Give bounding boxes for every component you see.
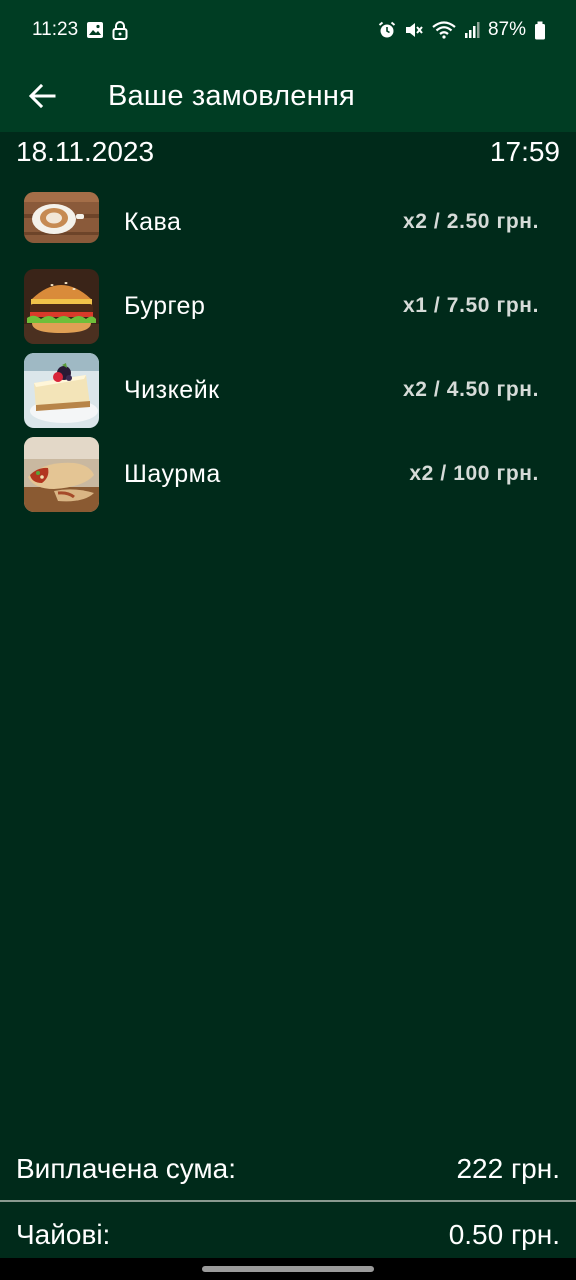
signal-icon bbox=[464, 21, 480, 39]
item-price: x2 / 4.50 грн. bbox=[402, 378, 539, 401]
order-summary: Виплачена сума: 222 грн. Чайові: 0.50 гр… bbox=[0, 1146, 576, 1258]
lock-icon bbox=[112, 20, 128, 40]
alarm-icon bbox=[378, 21, 396, 39]
image-icon bbox=[86, 21, 104, 39]
arrow-left-icon bbox=[28, 83, 56, 109]
item-price: x2 / 2.50 грн. bbox=[402, 210, 539, 233]
list-item[interactable]: Кава x2 / 2.50 грн. bbox=[0, 180, 576, 264]
item-price: x2 / 100 грн. bbox=[409, 462, 539, 485]
order-date: 18.11.2023 bbox=[16, 136, 155, 167]
mute-icon bbox=[404, 21, 424, 39]
item-name: Бургер bbox=[124, 291, 206, 320]
item-price: x1 / 7.50 грн. bbox=[402, 294, 539, 317]
paid-amount-label: Виплачена сума: bbox=[16, 1153, 237, 1184]
coffee-image bbox=[24, 192, 99, 243]
paid-amount-row: Виплачена сума: 222 грн. bbox=[0, 1146, 576, 1192]
order-list: Кава x2 / 2.50 грн. Бургер x1 / 7.50 грн… bbox=[0, 180, 576, 516]
home-gesture-handle[interactable] bbox=[202, 1266, 374, 1272]
shawarma-image bbox=[24, 436, 99, 512]
list-item[interactable]: Бургер x1 / 7.50 грн. bbox=[0, 264, 576, 348]
order-datetime-row: 18.11.2023 17:59 bbox=[16, 136, 560, 168]
system-nav-bar bbox=[0, 1258, 576, 1280]
divider bbox=[0, 1200, 576, 1202]
tips-row: Чайові: 0.50 грн. bbox=[0, 1212, 576, 1258]
status-bar-left: 11:23 bbox=[32, 19, 128, 41]
battery-icon bbox=[534, 21, 546, 40]
paid-amount-value: 222 грн. bbox=[456, 1153, 560, 1184]
tips-label: Чайові: bbox=[16, 1219, 111, 1250]
tips-value: 0.50 грн. bbox=[448, 1219, 560, 1250]
item-name: Кава bbox=[124, 207, 182, 236]
app-bar: Ваше замовлення bbox=[0, 60, 576, 132]
back-button[interactable] bbox=[0, 60, 84, 132]
item-name: Шаурма bbox=[124, 459, 221, 488]
page-title: Ваше замовлення bbox=[108, 79, 355, 112]
order-time: 17:59 bbox=[489, 136, 560, 167]
status-time: 11:23 bbox=[32, 19, 79, 40]
burger-image bbox=[24, 268, 99, 344]
status-bar: 11:23 87% bbox=[0, 0, 576, 60]
cheesecake-image bbox=[24, 352, 99, 428]
status-bar-right: 87% bbox=[378, 19, 546, 41]
list-item[interactable]: Чизкейк x2 / 4.50 грн. bbox=[0, 348, 576, 432]
list-item[interactable]: Шаурма x2 / 100 грн. bbox=[0, 432, 576, 516]
battery-percent: 87% bbox=[487, 19, 526, 40]
order-screen: 11:23 87% Ваше замовлення 18.11.2023 17:… bbox=[0, 0, 576, 1280]
item-name: Чизкейк bbox=[124, 375, 220, 404]
wifi-icon bbox=[432, 21, 456, 39]
